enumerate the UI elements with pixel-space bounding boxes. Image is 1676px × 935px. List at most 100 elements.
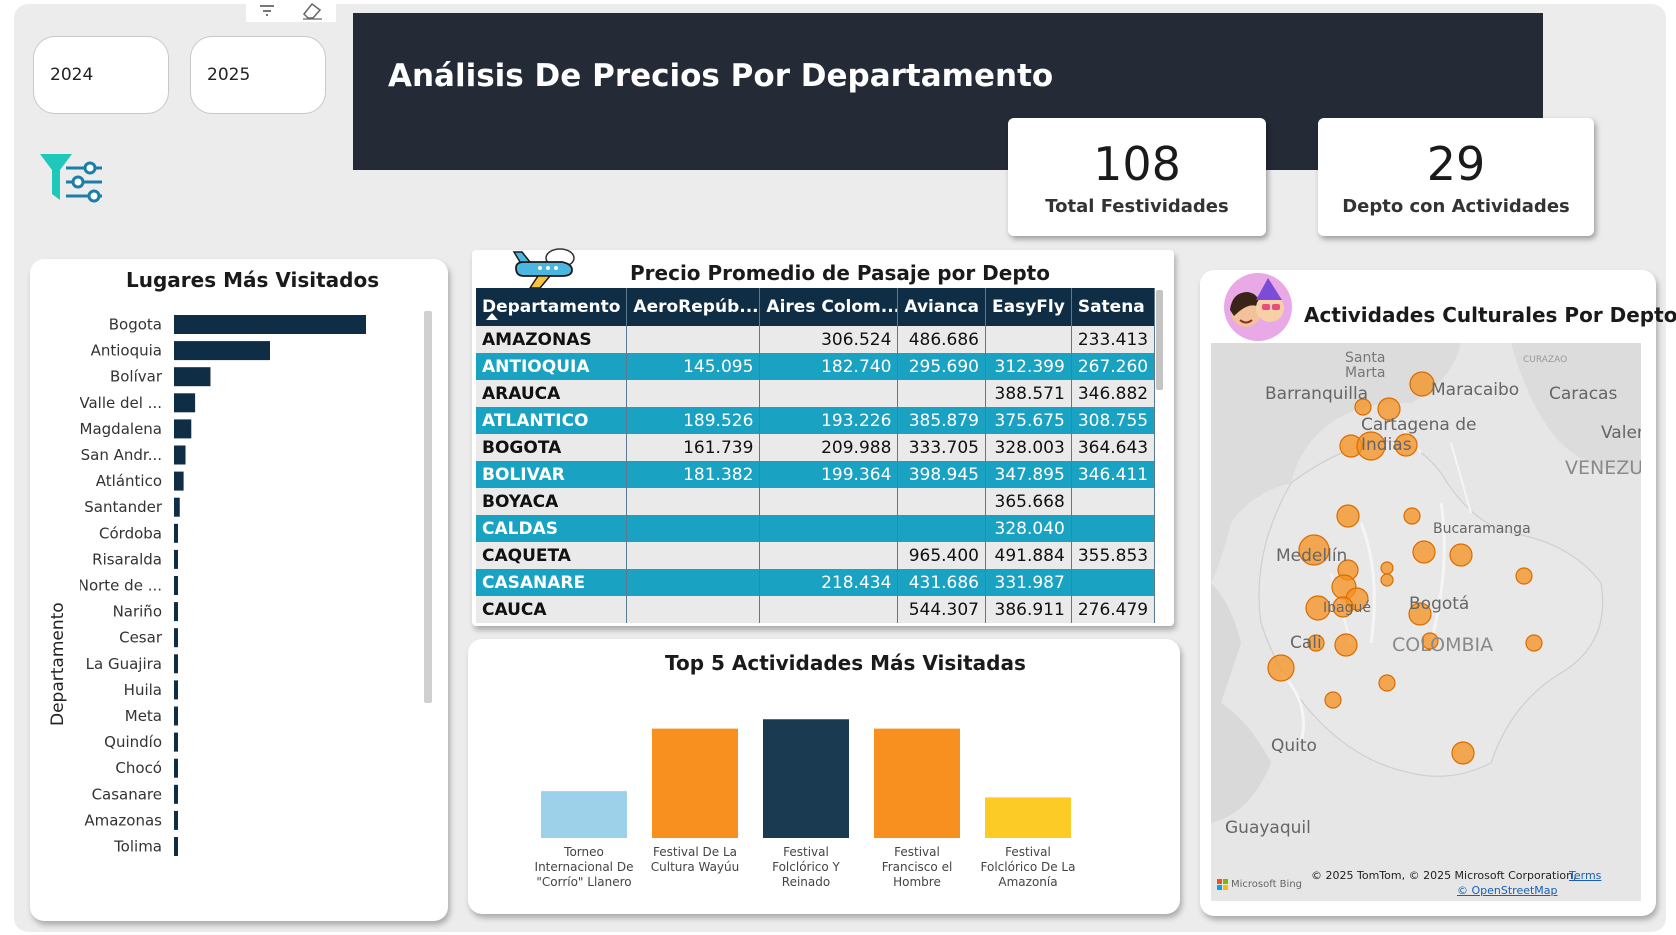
price-table-column-header[interactable]: Aires Colom... <box>759 288 899 326</box>
visited-bar[interactable] <box>174 393 196 413</box>
table-cell-price: 431.686 <box>897 569 987 596</box>
table-cell-price: 199.364 <box>759 461 899 488</box>
visited-bar[interactable] <box>174 549 178 569</box>
top5-bar[interactable] <box>541 791 627 838</box>
table-row[interactable]: AMAZONAS 306.524 486.686 233.413 <box>476 326 1156 353</box>
table-row[interactable]: ARAUCA 388.571 346.882 <box>476 380 1156 407</box>
price-table-column-header[interactable]: EasyFly <box>985 288 1072 326</box>
price-table-scrollbar[interactable] <box>1156 290 1163 390</box>
visited-tick-label: Quindío <box>104 733 162 751</box>
visited-bar[interactable] <box>174 367 211 387</box>
visited-bar[interactable] <box>174 341 270 361</box>
table-cell-price <box>626 488 761 515</box>
map-label-barranquilla: Barranquilla <box>1265 384 1369 404</box>
visited-bar[interactable] <box>174 680 178 700</box>
microsoft-logo-icon <box>1217 879 1228 890</box>
map-bubble[interactable] <box>1515 567 1533 585</box>
sort-arrow-icon[interactable] <box>486 313 498 320</box>
map-label-guayaquil: Guayaquil <box>1225 818 1311 838</box>
top5-category-label: Festival Folclórico De La Amazonía <box>981 845 1076 889</box>
visited-bar[interactable] <box>174 445 186 465</box>
table-row[interactable]: CAQUETA 965.400 491.884 355.853 <box>476 542 1156 569</box>
table-cell-price <box>759 596 899 623</box>
year-slicer-2025[interactable]: 2025 <box>190 36 326 114</box>
visited-bar[interactable] <box>174 419 192 439</box>
festival-avatar-icon <box>1220 270 1296 348</box>
table-row[interactable]: BOYACA 365.668 <box>476 488 1156 515</box>
map-bubble[interactable] <box>1267 654 1295 682</box>
visited-tick-label: San Andr... <box>81 446 162 464</box>
map-bubble[interactable] <box>1380 561 1394 575</box>
visited-bar[interactable] <box>174 837 178 856</box>
table-cell-price: 189.526 <box>626 407 761 434</box>
top5-bar[interactable] <box>763 719 849 838</box>
visited-bar[interactable] <box>174 758 178 778</box>
map-label-cartagena: Cartagena de Indias <box>1361 415 1477 455</box>
table-cell-price: 328.003 <box>985 434 1072 461</box>
map-area[interactable]: Santa Marta CURAZAO Barranquilla Maracai… <box>1211 343 1641 901</box>
top5-category-label: Festival Folclórico Y Reinado <box>772 845 840 889</box>
map-bubble[interactable] <box>1324 691 1342 709</box>
visited-bar[interactable] <box>174 497 180 517</box>
map-terms-link[interactable]: Terms <box>1569 869 1601 882</box>
table-cell-price: 193.226 <box>759 407 899 434</box>
table-cell-price: 398.945 <box>897 461 987 488</box>
visited-tick-label: Nariño <box>113 603 162 621</box>
top5-bar[interactable] <box>652 728 738 838</box>
map-bubble[interactable] <box>1334 633 1358 657</box>
table-row[interactable]: ANTIOQUIA 145.095 182.740 295.690 312.399 267… <box>476 353 1156 380</box>
visited-bar[interactable] <box>174 784 178 804</box>
top5-bar[interactable] <box>985 797 1071 838</box>
filter-sliders-icon[interactable] <box>38 150 104 210</box>
visited-tick-label: Atlántico <box>96 472 162 490</box>
eraser-icon[interactable] <box>300 0 324 24</box>
map-label-ibague: Ibagué <box>1323 600 1371 616</box>
price-table: Departamento AeroRepúb... Aires Colom... Av… <box>476 288 1156 623</box>
table-cell-price: 145.095 <box>626 353 761 380</box>
table-row[interactable]: CASANARE 218.434 431.686 331.987 <box>476 569 1156 596</box>
table-row[interactable]: CALDAS 328.040 <box>476 515 1156 542</box>
visited-bar-chart: Bogota Antioquia Bolívar Valle del ... Magda… <box>80 315 366 856</box>
visited-bar[interactable] <box>174 628 178 648</box>
visited-bar[interactable] <box>174 706 178 726</box>
table-row[interactable]: BOGOTA 161.739 209.988 333.705 328.003 364.64… <box>476 434 1156 461</box>
map-bubble[interactable] <box>1336 504 1360 528</box>
price-table-column-header[interactable]: AeroRepúb... <box>626 288 761 326</box>
visited-tick-label: Bogota <box>109 316 162 334</box>
visited-bar[interactable] <box>174 654 178 674</box>
map-bubble[interactable] <box>1412 540 1436 564</box>
top5-bar-chart: Torneo Internacional De "Corrío" Llanero Fe… <box>535 719 1076 889</box>
visited-bar[interactable] <box>174 523 178 543</box>
visited-bar[interactable] <box>174 315 366 334</box>
map-bubble[interactable] <box>1378 674 1396 692</box>
visited-bar[interactable] <box>174 471 184 491</box>
visited-bar[interactable] <box>174 576 178 595</box>
year-slicer-2024[interactable]: 2024 <box>33 36 169 114</box>
table-cell-price <box>626 569 761 596</box>
map-bubble[interactable] <box>1451 741 1475 765</box>
table-row[interactable]: BOLIVAR 181.382 199.364 398.945 347.895 346.4… <box>476 461 1156 488</box>
price-table-column-header[interactable]: Avianca <box>897 288 987 326</box>
table-cell-departamento: CAQUETA <box>476 542 628 569</box>
table-row[interactable]: ATLANTICO 189.526 193.226 385.879 375.675 308… <box>476 407 1156 434</box>
visited-bar[interactable] <box>174 602 178 622</box>
table-cell-price: 346.882 <box>1071 380 1156 407</box>
map-title: Actividades Culturales Por Depto <box>1304 303 1676 327</box>
map-bubble[interactable] <box>1403 507 1421 525</box>
filter-icon[interactable] <box>258 2 276 21</box>
map-bubble[interactable] <box>1525 634 1543 652</box>
table-cell-price <box>626 515 761 542</box>
map-bubble[interactable] <box>1380 573 1394 587</box>
kpi-label: Depto con Actividades <box>1342 196 1570 217</box>
visited-bar[interactable] <box>174 810 178 830</box>
map-bubble[interactable] <box>1449 543 1473 567</box>
map-osm-link[interactable]: © OpenStreetMap <box>1457 884 1558 897</box>
table-cell-departamento: BOYACA <box>476 488 628 515</box>
price-table-column-header[interactable]: Departamento <box>476 288 628 326</box>
price-table-column-header[interactable]: Satena <box>1071 288 1156 326</box>
visited-tick-label: Valle del ... <box>80 394 162 412</box>
table-row[interactable]: CAUCA 544.307 386.911 276.479 <box>476 596 1156 623</box>
visited-bar[interactable] <box>174 732 178 752</box>
visited-scrollbar[interactable] <box>424 311 432 703</box>
top5-bar[interactable] <box>874 728 960 838</box>
